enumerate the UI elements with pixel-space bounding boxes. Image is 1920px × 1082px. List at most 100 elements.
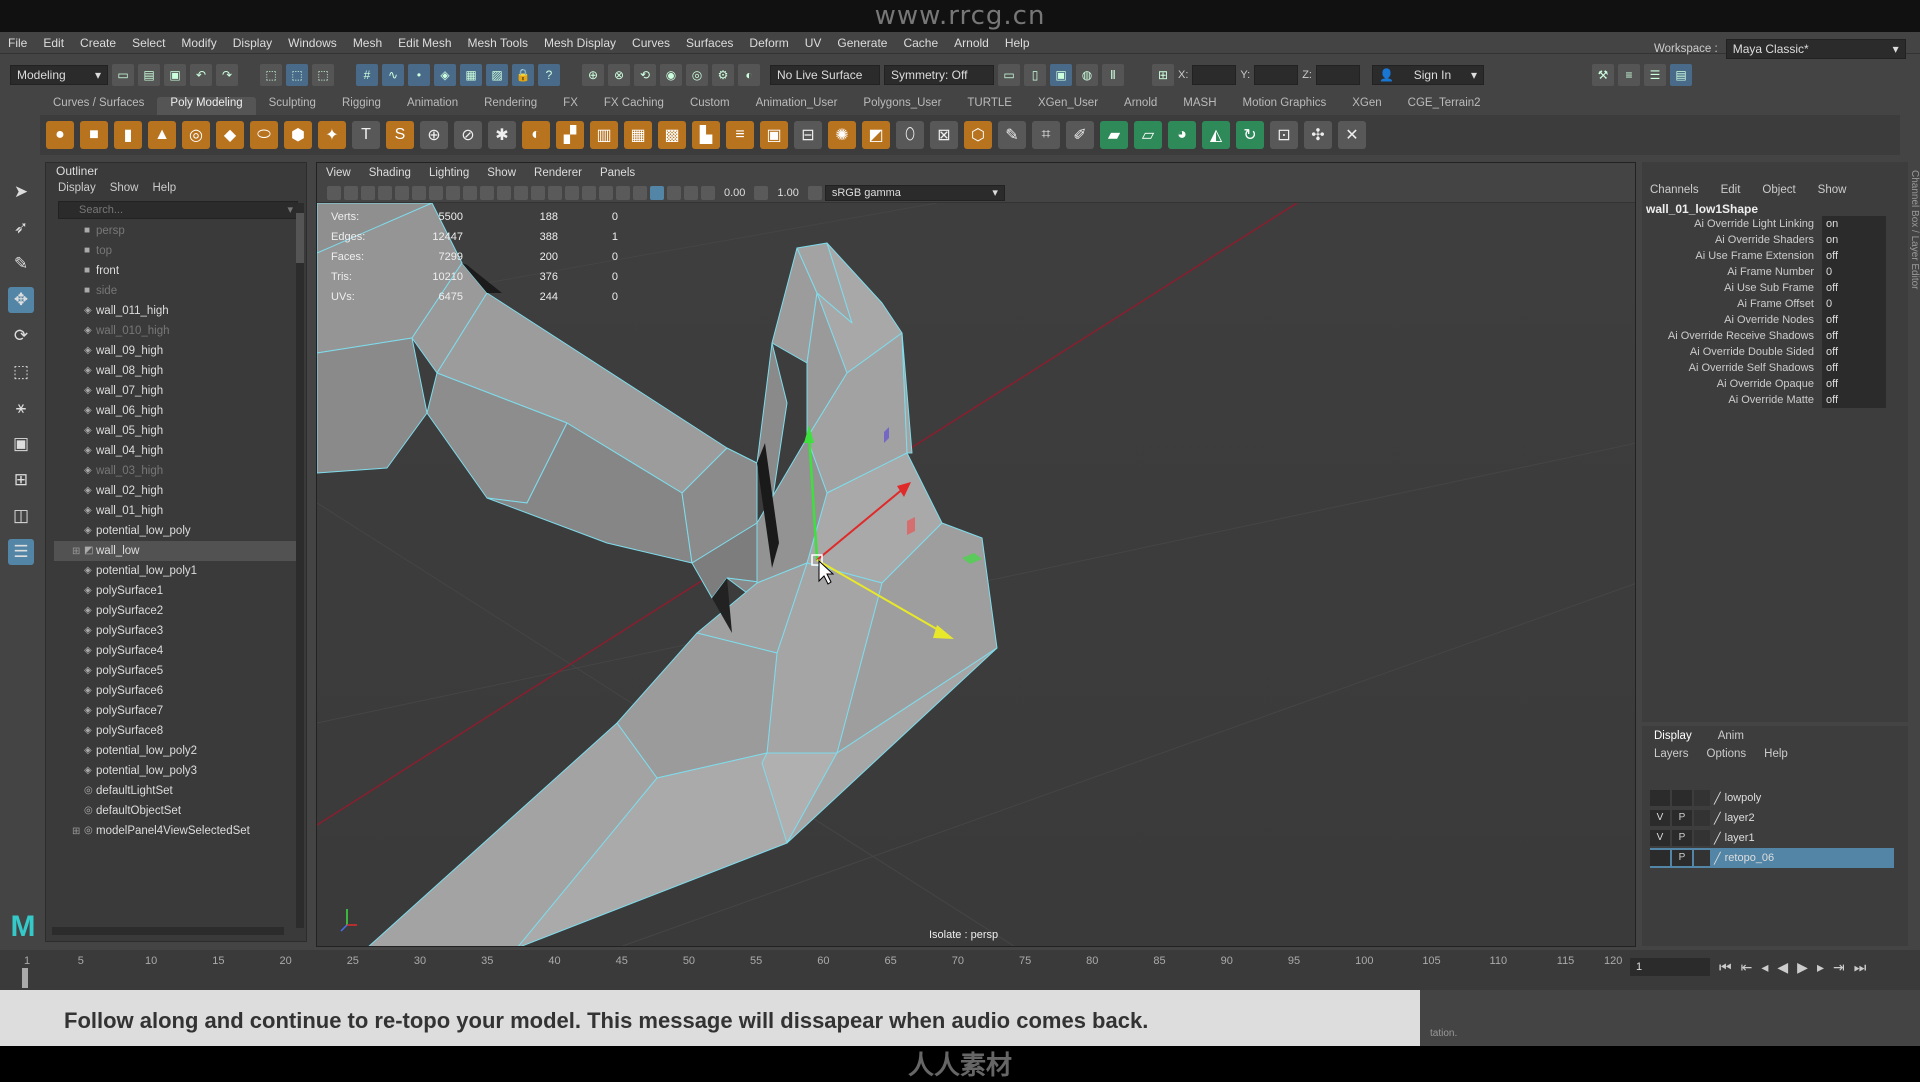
outliner-menu-help[interactable]: Help (153, 179, 177, 197)
layer-row[interactable]: P ╱ retopo_06 (1650, 848, 1894, 868)
channel-box-icon[interactable]: ▤ (1669, 64, 1692, 86)
layer-edit-icon[interactable]: ╱ (1714, 832, 1721, 845)
current-time-marker[interactable] (22, 968, 28, 988)
select-tool-icon[interactable]: ➤ (8, 179, 34, 205)
workspace-dropdown[interactable]: Maya Classic* ▾ (1725, 39, 1906, 59)
lock-icon[interactable]: 🔒 (512, 64, 534, 86)
uv-editor-icon[interactable]: ⊡ (1270, 121, 1298, 149)
attribute-value[interactable]: off (1822, 248, 1886, 264)
shelf-tab-xgen[interactable]: XGen (1339, 97, 1394, 115)
outliner-item[interactable]: ◈ wall_02_high (54, 481, 298, 501)
snap-surface-icon[interactable]: ▦ (460, 64, 482, 86)
shelf-tab-mash[interactable]: MASH (1170, 97, 1229, 115)
extrude-icon[interactable]: ▞ (556, 121, 584, 149)
menu-edit-mesh[interactable]: Edit Mesh (390, 36, 459, 50)
layer-color-swatch[interactable] (1694, 790, 1710, 806)
shelf-tab-fx-caching[interactable]: FX Caching (591, 97, 677, 115)
menu-mesh[interactable]: Mesh (345, 36, 390, 50)
safe-action-icon[interactable] (480, 185, 494, 200)
layer-row[interactable]: ╱ lowpoly (1650, 788, 1894, 808)
poly-plane-icon[interactable]: ◆ (216, 121, 244, 149)
outliner-item[interactable]: ◈ polySurface6 (54, 681, 298, 701)
hypershade-icon[interactable]: ◐ (738, 64, 760, 86)
new-scene-icon[interactable]: ▭ (112, 64, 134, 86)
camera-attributes-icon[interactable] (344, 185, 358, 200)
menu-mesh-tools[interactable]: Mesh Tools (460, 36, 536, 50)
outliner-item[interactable]: ◈ potential_low_poly3 (54, 761, 298, 781)
menu-deform[interactable]: Deform (741, 36, 796, 50)
attribute-value[interactable]: off (1822, 360, 1886, 376)
anti-aliasing-icon[interactable] (616, 185, 630, 200)
sculpt-brush-icon[interactable]: ✐ (1066, 121, 1094, 149)
layer-playback-toggle[interactable]: P (1672, 830, 1692, 846)
render-ipr-icon[interactable]: ▣ (1050, 64, 1072, 86)
menu-create[interactable]: Create (72, 36, 124, 50)
attribute-value[interactable]: off (1822, 376, 1886, 392)
outliner-menu-show[interactable]: Show (110, 179, 139, 197)
poly-cube-icon[interactable]: ■ (80, 121, 108, 149)
uv-cylindrical-icon[interactable]: ▱ (1134, 121, 1162, 149)
outliner-layout-icon[interactable]: ☰ (8, 539, 34, 565)
separate-icon[interactable]: ⊘ (454, 121, 482, 149)
y-field[interactable] (1254, 65, 1299, 85)
channel-menu-edit[interactable]: Edit (1721, 184, 1741, 202)
symmetry-dropdown[interactable]: Symmetry: Off (884, 65, 994, 85)
play-back-icon[interactable]: ◀ (1777, 959, 1788, 976)
layer-color-swatch[interactable] (1694, 850, 1710, 866)
isolate-select-icon[interactable] (650, 185, 664, 200)
output-ops-icon[interactable]: ⊗ (608, 64, 630, 86)
resolution-gate-icon[interactable] (429, 185, 443, 200)
uv-automatic-icon[interactable]: ◭ (1202, 121, 1230, 149)
mode-dropdown[interactable]: Modeling ▾ (10, 65, 108, 85)
circularize-icon[interactable]: ⬯ (896, 121, 924, 149)
channel-attribute[interactable]: Ai Override Shaders on (1642, 232, 1908, 248)
viewport-menu-lighting[interactable]: Lighting (420, 167, 478, 179)
step-back-key-icon[interactable]: ⇤ (1741, 959, 1753, 976)
layer-color-swatch[interactable] (1694, 810, 1710, 826)
shelf-tab-polygons-user[interactable]: Polygons_User (850, 97, 954, 115)
combine-icon[interactable]: ⊕ (420, 121, 448, 149)
uv-planar-icon[interactable]: ▰ (1100, 121, 1128, 149)
target-weld-icon[interactable]: ⌗ (1032, 121, 1060, 149)
outliner-item[interactable]: ⊞ ◎ modelPanel4ViewSelectedSet (54, 821, 298, 841)
outliner-item[interactable]: ◈ wall_01_high (54, 501, 298, 521)
layer-row[interactable]: V P ╱ layer2 (1650, 808, 1894, 828)
snap-view-icon[interactable]: ◈ (434, 64, 456, 86)
undo-icon[interactable]: ↶ (190, 64, 212, 86)
channel-attribute[interactable]: Ai Override Receive Shadows off (1642, 328, 1908, 344)
shelf-tab-rendering[interactable]: Rendering (471, 97, 550, 115)
mirror-icon[interactable]: ⊠ (930, 121, 958, 149)
merge-icon[interactable]: ⬡ (964, 121, 992, 149)
layer-color-swatch[interactable] (1694, 830, 1710, 846)
channel-attribute[interactable]: Ai Override Light Linking on (1642, 216, 1908, 232)
film-gate-icon[interactable] (412, 185, 426, 200)
type-tool-icon[interactable]: T (352, 121, 380, 149)
uv-unfold-icon[interactable]: ↻ (1236, 121, 1264, 149)
sign-in-button[interactable]: 👤 Sign In ▾ (1371, 65, 1484, 85)
menu-display[interactable]: Display (225, 36, 280, 50)
poly-torus-icon[interactable]: ◎ (182, 121, 210, 149)
outliner-item[interactable]: ◈ polySurface1 (54, 581, 298, 601)
field-chart-icon[interactable] (463, 185, 477, 200)
select-hierarchy-icon[interactable]: ⬚ (260, 64, 282, 86)
layer-visibility-toggle[interactable]: V (1650, 810, 1670, 826)
outliner-item[interactable]: ◈ polySurface2 (54, 601, 298, 621)
outliner-search-input[interactable]: Search... ▾ (58, 201, 298, 219)
outliner-item[interactable]: ◈ potential_low_poly2 (54, 741, 298, 761)
attribute-value[interactable]: off (1822, 328, 1886, 344)
live-surface-field[interactable]: No Live Surface (770, 65, 880, 85)
fill-hole-icon[interactable]: ▙ (692, 121, 720, 149)
lasso-tool-icon[interactable]: ➶ (8, 215, 34, 241)
outliner-item[interactable]: ◈ polySurface8 (54, 721, 298, 741)
snap-curve-icon[interactable]: ∿ (382, 64, 404, 86)
channel-attribute[interactable]: Ai Override Matte off (1642, 392, 1908, 408)
menu-surfaces[interactable]: Surfaces (678, 36, 741, 50)
go-to-end-icon[interactable]: ⏭ (1854, 959, 1867, 976)
outliner-item[interactable]: ■ front (54, 261, 298, 281)
channel-menu-show[interactable]: Show (1818, 184, 1847, 202)
shelf-tab-xgen-user[interactable]: XGen_User (1025, 97, 1111, 115)
play-forward-icon[interactable]: ▶ (1797, 959, 1808, 976)
bevel-icon[interactable]: ▦ (624, 121, 652, 149)
gamma-value[interactable]: 1.00 (771, 187, 804, 199)
select-component-icon[interactable]: ⬚ (312, 64, 334, 86)
